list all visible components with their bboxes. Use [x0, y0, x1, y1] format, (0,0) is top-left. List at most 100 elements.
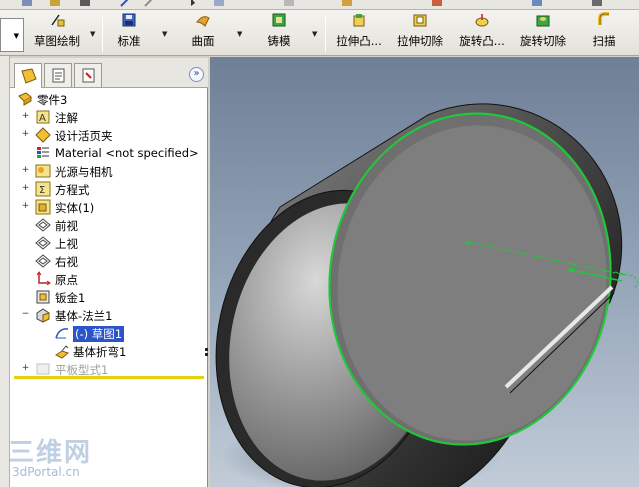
- rollback-bar[interactable]: [14, 376, 204, 379]
- sketch-point[interactable]: [466, 241, 470, 245]
- expand-icon[interactable]: +: [21, 166, 30, 175]
- expand-icon[interactable]: +: [21, 364, 30, 373]
- plane-icon: [35, 254, 51, 268]
- tree-item-lights-cameras[interactable]: + 光源与相机: [10, 162, 208, 180]
- mold-tab-button[interactable]: 铸模: [258, 12, 300, 54]
- chevron-down-icon: ▼: [13, 32, 19, 40]
- tree-root-label: 零件3: [37, 93, 68, 107]
- part-icon: [18, 92, 32, 106]
- toolbar-icon[interactable]: [48, 0, 62, 8]
- toolbar-icon[interactable]: [282, 0, 296, 8]
- tree-item-equations[interactable]: + Σ 方程式: [10, 180, 208, 198]
- feature-manager-panel: » 零件3 + A 注解 + 设计活页夹 Material <not speci…: [10, 58, 208, 487]
- equations-icon: Σ: [35, 181, 51, 197]
- tree-item-right-plane[interactable]: 右视: [10, 252, 208, 270]
- upper-toolbar-strip: [0, 0, 639, 10]
- surface-tab-label: 曲面: [191, 34, 215, 48]
- tree-item-label: 钣金1: [55, 291, 86, 305]
- tab-property-manager[interactable]: [44, 63, 72, 87]
- tab-feature-manager[interactable]: [14, 63, 42, 88]
- tree-item-sheet-metal[interactable]: 钣金1: [10, 288, 208, 306]
- toolbar-icon[interactable]: [340, 0, 354, 8]
- watermark-title: 三维网: [8, 438, 93, 468]
- revolved-boss-icon: [475, 14, 489, 27]
- collapse-icon[interactable]: −: [21, 310, 30, 319]
- chevron-down-icon[interactable]: ▼: [162, 30, 167, 38]
- extruded-cut-label: 拉伸切除: [397, 34, 443, 48]
- tree-item-label: 实体(1): [55, 201, 95, 215]
- left-edge-strip: [0, 56, 10, 487]
- tree-item-design-binder[interactable]: + 设计活页夹: [10, 126, 208, 144]
- toolbar-icon[interactable]: [530, 0, 544, 8]
- tree-item-label-selected: (-) 草图1: [73, 326, 125, 342]
- command-manager-toolbar: ▼ 草图绘制 ▼ 标准 ▼ 曲面 ▼ 铸模 ▼ 拉伸凸... 拉伸切除 旋转凸.…: [0, 10, 639, 56]
- tree-item-label: 基体-法兰1: [55, 309, 113, 323]
- revolved-cut-button[interactable]: 旋转切除: [515, 12, 571, 54]
- tree-item-top-plane[interactable]: 上视: [10, 234, 208, 252]
- tree-item-base-bend[interactable]: 基体折弯1: [10, 342, 208, 360]
- tree-item-sketch1[interactable]: (-) 草图1: [10, 324, 208, 342]
- origin-icon: [36, 271, 51, 286]
- material-icon: [37, 147, 49, 158]
- tree-item-annotations[interactable]: + A 注解: [10, 108, 208, 126]
- extruded-boss-button[interactable]: 拉伸凸...: [331, 12, 387, 54]
- tree-item-label: 基体折弯1: [73, 345, 127, 359]
- svg-text:Σ: Σ: [39, 185, 45, 196]
- extruded-boss-icon: [353, 14, 365, 27]
- toolbar-icon[interactable]: [212, 0, 226, 8]
- toolbar-icon[interactable]: [20, 0, 34, 8]
- standard-tab-label: 标准: [117, 34, 141, 48]
- collapse-panel-button[interactable]: »: [189, 67, 204, 82]
- tree-item-label: 设计活页夹: [55, 129, 113, 143]
- property-manager-icon: [52, 68, 65, 83]
- graphics-viewport[interactable]: [210, 57, 639, 487]
- expand-icon[interactable]: +: [21, 184, 30, 193]
- surface-tab-button[interactable]: 曲面: [180, 12, 226, 54]
- revolved-boss-button[interactable]: 旋转凸...: [454, 12, 510, 54]
- tab-configuration-manager[interactable]: [74, 63, 102, 87]
- chevron-down-icon[interactable]: ▼: [237, 30, 242, 38]
- tree-item-material[interactable]: Material <not specified>: [10, 144, 208, 162]
- toolbar-icon[interactable]: [188, 0, 202, 8]
- chevron-down-icon[interactable]: ▼: [90, 30, 95, 38]
- panel-splitter[interactable]: [205, 348, 209, 362]
- configuration-manager-icon: [82, 68, 95, 83]
- tree-item-origin[interactable]: 原点: [10, 270, 208, 288]
- lights-cameras-icon: [35, 164, 51, 178]
- toolbar-icon[interactable]: [118, 0, 132, 8]
- tree-item-solid-bodies[interactable]: + 实体(1): [10, 198, 208, 216]
- tree-item-label: 光源与相机: [55, 165, 113, 179]
- expand-icon[interactable]: +: [21, 130, 30, 139]
- revolved-boss-label: 旋转凸...: [459, 34, 505, 48]
- watermark: 三维网 3dPortal.cn: [0, 432, 110, 487]
- tree-root[interactable]: 零件3: [10, 90, 208, 108]
- standard-icon: [122, 13, 136, 27]
- expand-icon[interactable]: +: [21, 202, 30, 211]
- tree-item-label: 右视: [55, 255, 78, 269]
- sketch-tab-button[interactable]: 草图绘制: [28, 12, 86, 54]
- tree-item-label: 前视: [55, 219, 78, 233]
- cylinder-model[interactable]: [210, 57, 639, 487]
- mold-tab-label: 铸模: [267, 34, 291, 48]
- sweep-button[interactable]: 扫描: [586, 12, 622, 54]
- tree-item-base-flange[interactable]: − 基体-法兰1: [10, 306, 208, 324]
- separator: [102, 16, 103, 52]
- tree-item-front-plane[interactable]: 前视: [10, 216, 208, 234]
- expand-icon[interactable]: +: [21, 112, 30, 121]
- chevron-down-icon[interactable]: ▼: [312, 30, 317, 38]
- toolbar-icon[interactable]: [142, 0, 156, 8]
- toolbar-icon[interactable]: [78, 0, 92, 8]
- extruded-cut-icon: [413, 14, 427, 27]
- feature-manager-icon: [21, 68, 37, 84]
- design-binder-icon: [35, 127, 51, 143]
- toolbar-dropdown-edge[interactable]: ▼: [0, 18, 24, 52]
- plane-icon: [35, 236, 51, 250]
- annotations-icon: A: [36, 110, 50, 124]
- extruded-cut-button[interactable]: 拉伸切除: [392, 12, 448, 54]
- toolbar-icon[interactable]: [430, 0, 444, 8]
- tree-item-label: 注解: [55, 111, 78, 125]
- toolbar-icon[interactable]: [590, 0, 604, 8]
- sheet-metal-icon: [36, 290, 50, 304]
- standard-tab-button[interactable]: 标准: [108, 12, 150, 54]
- tree-item-label: 上视: [55, 237, 78, 251]
